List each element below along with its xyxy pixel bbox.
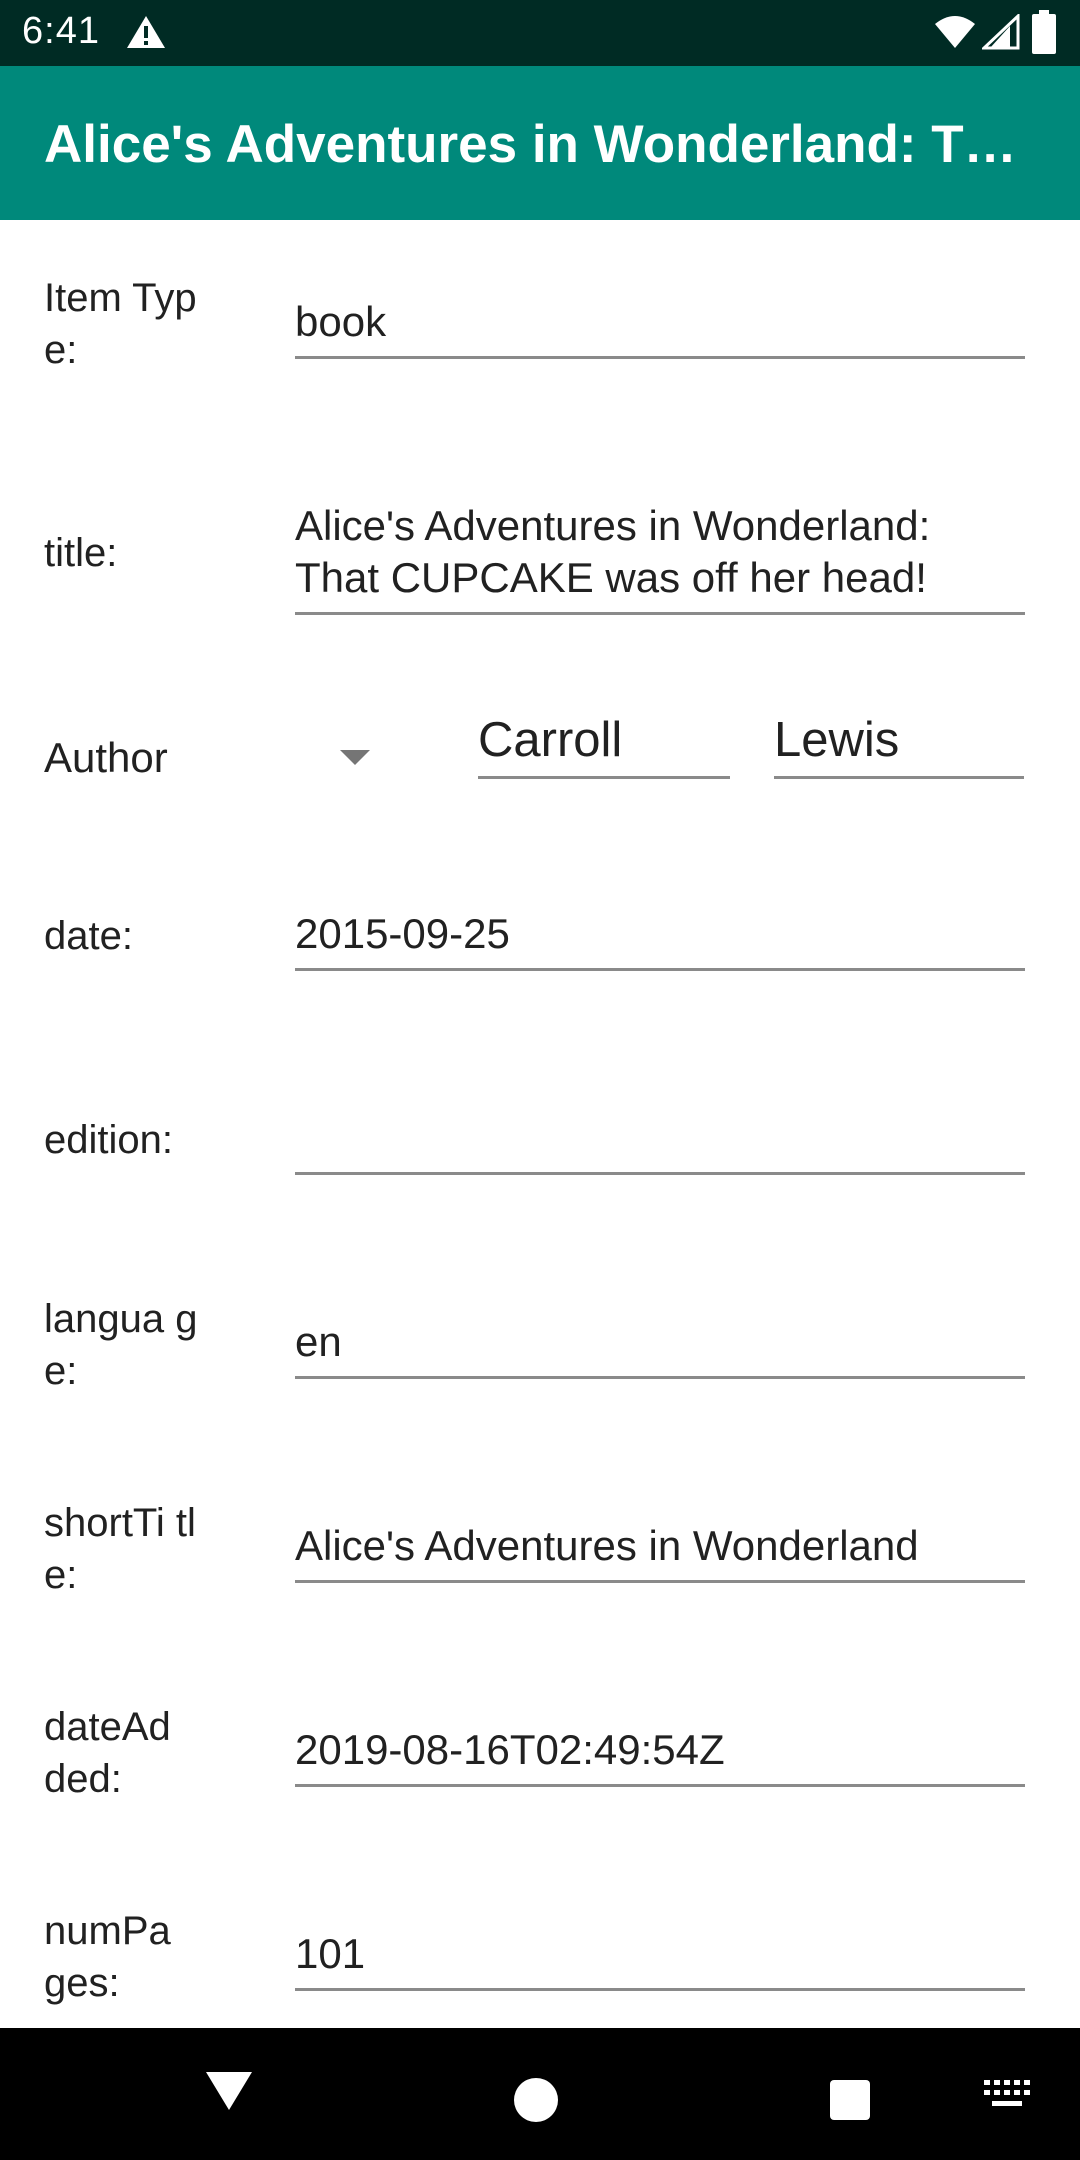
language-label: langua ge: (44, 1297, 198, 1393)
author-last-name-input[interactable]: Carroll (478, 712, 730, 779)
item-type-input[interactable]: book (295, 296, 1025, 359)
status-time: 6:41 (22, 10, 100, 52)
app-bar: Alice's Adventures in Wonderland: That C… (0, 66, 1080, 220)
language-input[interactable]: en (295, 1316, 1025, 1379)
short-title-label: shortTi tle: (44, 1501, 196, 1597)
title-input[interactable]: Alice's Adventures in Wonderland: That C… (295, 500, 1025, 615)
home-icon[interactable] (514, 2078, 558, 2122)
signal-icon (982, 14, 1020, 50)
keyboard-icon[interactable] (984, 2080, 1030, 2110)
recents-icon[interactable] (830, 2080, 870, 2120)
back-icon[interactable] (204, 2066, 254, 2116)
num-pages-label: numPa ges: (44, 1909, 171, 2005)
warning-icon (127, 16, 165, 48)
author-first-name-input[interactable]: Lewis (774, 712, 1024, 779)
battery-icon (1032, 10, 1056, 54)
edition-input[interactable] (295, 1112, 1025, 1175)
date-input[interactable]: 2015-09-25 (295, 908, 1025, 971)
date-added-input[interactable]: 2019-08-16T02:49:54Z (295, 1724, 1025, 1787)
item-type-label: Item Type: (44, 276, 197, 372)
status-bar: 6:41 (0, 0, 1080, 66)
short-title-input[interactable]: Alice's Adventures in Wonderland (295, 1520, 1025, 1583)
author-label: Author (44, 734, 168, 781)
dropdown-caret-icon[interactable] (340, 750, 370, 765)
date-added-label: dateAd ded: (44, 1705, 171, 1801)
title-label: title: (44, 531, 118, 575)
wifi-icon (935, 16, 975, 48)
num-pages-input[interactable]: 101 (295, 1928, 1025, 1991)
page-title: Alice's Adventures in Wonderland: That C… (44, 115, 1044, 174)
edition-label: edition: (44, 1118, 173, 1162)
navigation-bar (0, 2028, 1080, 2160)
date-label: date: (44, 914, 133, 958)
